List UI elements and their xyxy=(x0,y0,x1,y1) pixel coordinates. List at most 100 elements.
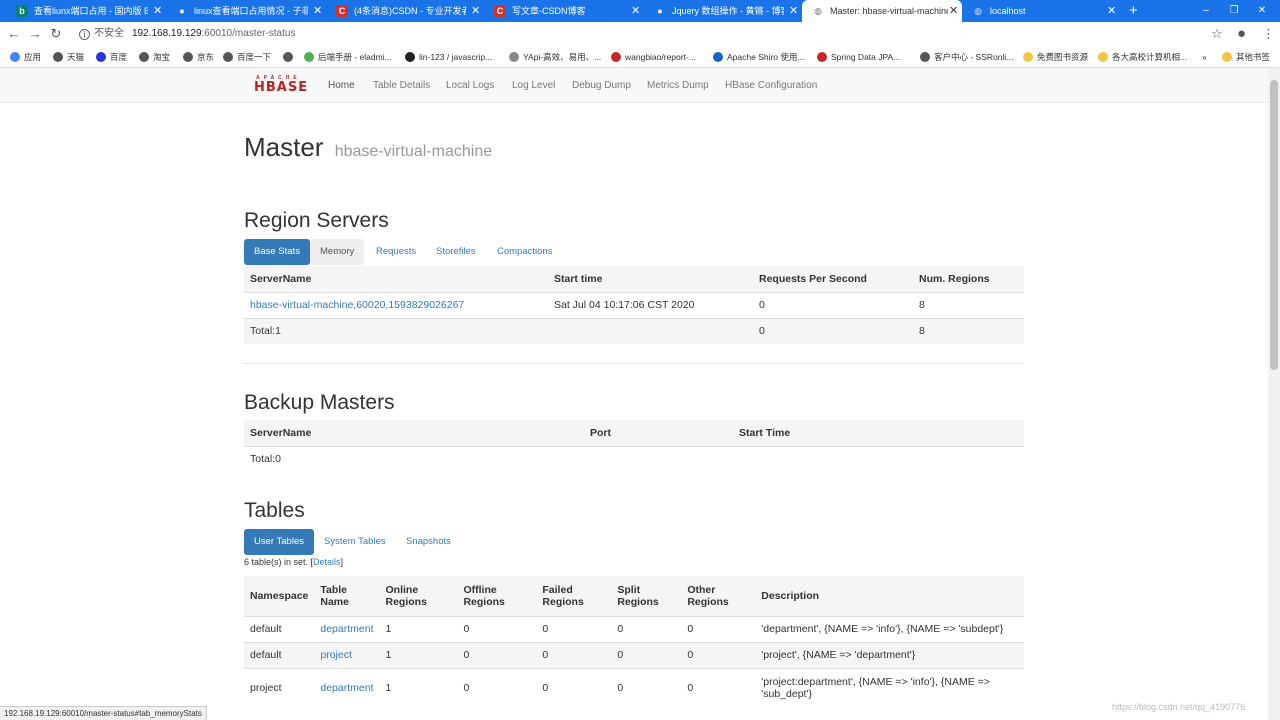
bookmarks-overflow-icon[interactable]: » xyxy=(1202,46,1207,68)
minimize-icon[interactable]: – xyxy=(1196,0,1216,22)
browser-tab[interactable]: ◍ localhost ✕ xyxy=(962,0,1122,22)
bookmark-item[interactable]: YApi-高效、易用、... xyxy=(509,46,601,68)
tab-compactions[interactable]: Compactions xyxy=(487,239,562,265)
bookmark-label: 应用 xyxy=(24,52,42,62)
tab-snapshots[interactable]: Snapshots xyxy=(396,529,461,555)
bookmark-item[interactable]: 各大高校计算机相... xyxy=(1098,46,1187,68)
tab-memory[interactable]: Memory xyxy=(310,239,365,265)
menu-icon[interactable]: ⋮ xyxy=(1262,24,1275,44)
bookmark-item[interactable]: 应用 xyxy=(10,46,41,68)
bookmark-star-icon[interactable]: ☆ xyxy=(1211,24,1223,44)
tables-tabs: User Tables System Tables Snapshots xyxy=(244,529,544,555)
tab-requests[interactable]: Requests xyxy=(366,239,426,265)
close-tab-icon[interactable]: ✕ xyxy=(313,0,322,22)
browser-tab-active[interactable]: ◍ Master: hbase-virtual-machine ✕ xyxy=(802,0,962,22)
csdn-icon: C xyxy=(494,5,506,17)
bookmark-item[interactable]: 后端手册 - eladmi... xyxy=(304,46,392,68)
tab-system-tables[interactable]: System Tables xyxy=(314,529,396,555)
tab-title: linux查看端口占用情况 - 子非木 xyxy=(194,6,308,16)
bookmark-icon xyxy=(96,52,106,62)
browser-tab[interactable]: C 写文章-CSDN博客 ✕ xyxy=(484,0,644,22)
page-scrollbar[interactable] xyxy=(1268,68,1280,720)
table-total-row: Total:1 0 8 xyxy=(244,318,1024,344)
restore-icon[interactable]: ❐ xyxy=(1224,0,1244,22)
table-cell xyxy=(548,318,753,344)
table-cell: 'project', {NAME => 'department'} xyxy=(761,649,916,661)
hbase-logo[interactable]: APACHE HBASE xyxy=(254,75,310,95)
table-name-link[interactable]: department xyxy=(320,682,373,694)
close-tab-icon[interactable]: ✕ xyxy=(789,0,798,22)
browser-tab[interactable]: ● linux查看端口占用情况 - 子非木 ✕ xyxy=(166,0,326,22)
bookmark-item[interactable]: lin-123 / javascrip... xyxy=(405,46,492,68)
nav-debug-dump[interactable]: Debug Dump xyxy=(572,68,631,103)
column-header: Description xyxy=(761,589,820,602)
bookmark-item[interactable] xyxy=(283,46,297,68)
table-cell: 'department', {NAME => 'info'}, {NAME =>… xyxy=(761,623,1004,635)
bookmark-label: lin-123 / javascrip... xyxy=(419,52,493,62)
nav-hbase-configuration[interactable]: HBase Configuration xyxy=(725,68,817,103)
table-name-link[interactable]: project xyxy=(320,649,352,661)
tab-user-tables[interactable]: User Tables xyxy=(244,529,314,555)
bookmark-icon xyxy=(1098,52,1108,62)
bookmark-label: 免费图书资源 xyxy=(1037,52,1089,62)
bookmark-icon xyxy=(139,52,149,62)
bookmark-item[interactable]: 天猫 xyxy=(53,46,84,68)
folder-icon xyxy=(1222,52,1232,62)
close-tab-icon[interactable]: ✕ xyxy=(471,0,480,22)
table-cell: 1 xyxy=(385,649,392,661)
table-cell: 0 xyxy=(759,325,765,338)
bookmark-icon xyxy=(920,52,930,62)
profile-icon[interactable]: ● xyxy=(1237,24,1246,44)
bookmark-item[interactable]: wangbiao/report-... xyxy=(611,46,696,68)
github-icon: ● xyxy=(179,6,185,16)
master-hostname: hbase-virtual-machine xyxy=(334,143,493,160)
bing-icon: b xyxy=(16,5,28,17)
reload-icon[interactable]: ↻ xyxy=(47,24,65,44)
tab-title: 查看liunx端口占用 - 国内版 Bing xyxy=(34,6,148,16)
table-cell: 0 xyxy=(687,682,694,695)
table-row: default project 1 0 0 0 0 'project', {NA… xyxy=(244,642,1024,668)
table-cell: 8 xyxy=(919,325,925,338)
bookmark-item[interactable]: 淘宝 xyxy=(139,46,170,68)
bookmark-item[interactable]: 京东 xyxy=(183,46,214,68)
close-tab-icon[interactable]: ✕ xyxy=(1107,0,1116,22)
browser-tab[interactable]: ● Jquery 数组操作 - 黄锵 - 博客园 ✕ xyxy=(644,0,802,22)
close-tab-icon[interactable]: ✕ xyxy=(153,0,162,22)
nav-log-level[interactable]: Log Level xyxy=(512,68,555,103)
bookmark-item[interactable]: 客户中心 - SSRonli... xyxy=(920,46,1013,68)
bookmark-item[interactable]: 免费图书资源 xyxy=(1023,46,1088,68)
bookmark-item[interactable]: 百度一下 xyxy=(223,46,271,68)
browser-tab[interactable]: C (4条消息)CSDN - 专业开发者社区 ✕ xyxy=(326,0,484,22)
bookmark-label: YApi-高效、易用、... xyxy=(523,52,602,62)
tab-title: 写文章-CSDN博客 xyxy=(512,6,586,16)
table-name-link[interactable]: department xyxy=(320,623,373,635)
table-cell: 1 xyxy=(385,623,392,635)
other-bookmarks[interactable]: 其他书签 xyxy=(1222,46,1270,68)
nav-table-details[interactable]: Table Details xyxy=(373,68,430,103)
backup-masters-heading: Backup Masters xyxy=(244,391,395,414)
table-row: default department 1 0 0 0 0 'department… xyxy=(244,616,1024,642)
browser-tab[interactable]: b 查看liunx端口占用 - 国内版 Bing ✕ xyxy=(6,0,166,22)
close-tab-icon[interactable]: ✕ xyxy=(631,0,640,22)
nav-metrics-dump[interactable]: Metrics Dump xyxy=(647,68,709,103)
close-tab-icon[interactable]: ✕ xyxy=(949,0,958,22)
bookmark-item[interactable]: Spring Data JPA... xyxy=(817,46,900,68)
back-icon[interactable]: ← xyxy=(5,24,23,44)
server-link[interactable]: hbase-virtual-machine,60020,159382902626… xyxy=(250,299,464,311)
nav-home[interactable]: Home xyxy=(328,68,355,103)
column-header: Num. Regions xyxy=(919,272,990,285)
forward-icon[interactable]: → xyxy=(26,24,44,44)
tab-base-stats[interactable]: Base Stats xyxy=(244,239,310,265)
bookmark-item[interactable]: Apache Shiro 使用... xyxy=(713,46,804,68)
bookmark-item[interactable]: 百度 xyxy=(96,46,127,68)
new-tab-button[interactable]: + xyxy=(1129,0,1138,22)
info-icon[interactable]: i xyxy=(79,29,90,40)
url-field[interactable]: i 不安全 192.168.19.129:60010/master-status xyxy=(79,25,295,43)
table-cell: 0 xyxy=(463,682,470,695)
nav-local-logs[interactable]: Local Logs xyxy=(446,68,494,103)
close-window-icon[interactable]: ✕ xyxy=(1252,0,1272,22)
tab-storefiles[interactable]: Storefiles xyxy=(426,239,486,265)
details-link[interactable]: Details xyxy=(313,557,341,567)
scrollbar-thumb[interactable] xyxy=(1270,80,1278,370)
column-header: Port xyxy=(590,426,611,439)
